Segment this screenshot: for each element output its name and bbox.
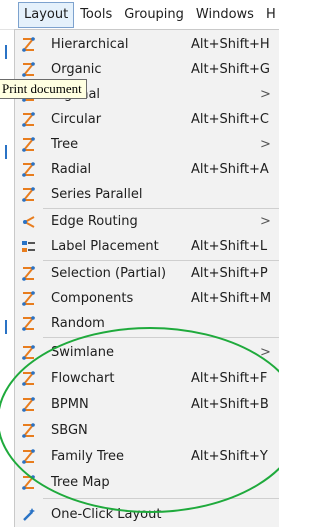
menu-bar: Layout Tools Grouping Windows H: [0, 0, 279, 30]
edge-routing-icon: [22, 216, 35, 228]
flowchart-layout-icon: [21, 371, 36, 386]
menu-item-shortcut: Alt+Shift+G: [191, 62, 271, 77]
random-layout-icon: [21, 316, 36, 331]
menu-item-label: Flowchart: [51, 371, 115, 386]
family-tree-layout-icon: [21, 449, 36, 464]
toolbar-marker: [5, 145, 7, 159]
menu-item-sbgn[interactable]: SBGN: [15, 418, 279, 443]
tree-layout-icon: [21, 137, 36, 152]
menu-item-edge-routing[interactable]: Edge Routing >: [15, 209, 279, 234]
radial-layout-icon: [21, 162, 36, 177]
menu-windows[interactable]: Windows: [190, 2, 260, 28]
submenu-arrow-icon: >: [260, 345, 271, 360]
sbgn-layout-icon: [21, 423, 36, 438]
organic-layout-icon: [21, 62, 36, 77]
menu-item-label: Series Parallel: [51, 187, 143, 202]
menu-separator: [43, 498, 279, 499]
tree-map-layout-icon: [21, 475, 36, 490]
menu-item-label: One-Click Layout: [51, 507, 162, 522]
menu-item-one-click-layout[interactable]: One-Click Layout: [15, 502, 279, 527]
layout-dropdown-menu: Hierarchical Alt+Shift+H Organic Alt+Shi…: [14, 29, 279, 527]
menu-item-series-parallel[interactable]: Series Parallel: [15, 182, 279, 207]
menu-item-swimlane[interactable]: Swimlane >: [15, 340, 279, 365]
series-parallel-layout-icon: [21, 187, 36, 202]
toolbar-marker: [5, 320, 7, 334]
menu-item-label: Swimlane: [51, 345, 114, 360]
menu-item-label: Tree Map: [51, 475, 110, 490]
tooltip: Print document: [0, 79, 87, 99]
toolbar-marker: [5, 45, 7, 59]
menu-help[interactable]: H: [260, 2, 279, 28]
menu-item-bpmn[interactable]: BPMN Alt+Shift+B: [15, 392, 279, 417]
menu-item-hierarchical[interactable]: Hierarchical Alt+Shift+H: [15, 32, 279, 57]
submenu-arrow-icon: >: [260, 214, 271, 229]
menu-item-label: Radial: [51, 162, 92, 177]
menu-item-label: Tree: [51, 137, 79, 152]
menu-item-label: Circular: [51, 112, 102, 127]
menu-item-shortcut: Alt+Shift+A: [191, 162, 269, 177]
menu-item-family-tree[interactable]: Family Tree Alt+Shift+Y: [15, 444, 279, 469]
components-layout-icon: [21, 291, 36, 306]
window-left-edge: [0, 30, 14, 527]
menu-item-label: Hierarchical: [51, 37, 129, 52]
label-placement-icon: [22, 241, 35, 252]
menu-item-shortcut: Alt+Shift+M: [191, 291, 272, 306]
menu-item-label-placement[interactable]: Label Placement Alt+Shift+L: [15, 234, 279, 259]
magic-wand-icon: [23, 508, 35, 521]
menu-item-label: SBGN: [51, 423, 88, 438]
menu-item-label: Selection (Partial): [51, 266, 167, 281]
menu-item-shortcut: Alt+Shift+C: [191, 112, 270, 127]
menu-item-label: Components: [51, 291, 134, 306]
menu-item-flowchart[interactable]: Flowchart Alt+Shift+F: [15, 366, 279, 391]
submenu-arrow-icon: >: [260, 87, 271, 102]
menu-item-circular[interactable]: Circular Alt+Shift+C: [15, 107, 279, 132]
selection-layout-icon: [21, 266, 36, 281]
menu-item-components[interactable]: Components Alt+Shift+M: [15, 286, 279, 311]
menu-item-label: Random: [51, 316, 105, 331]
menu-item-selection-partial[interactable]: Selection (Partial) Alt+Shift+P: [15, 261, 279, 286]
hierarchical-layout-icon: [21, 37, 36, 52]
circular-layout-icon: [21, 112, 36, 127]
menu-item-random[interactable]: Random: [15, 311, 279, 336]
submenu-arrow-icon: >: [260, 137, 271, 152]
menu-layout[interactable]: Layout: [18, 1, 75, 28]
swimlane-layout-icon: [21, 345, 36, 360]
menu-tools[interactable]: Tools: [74, 2, 118, 28]
menu-item-shortcut: Alt+Shift+H: [191, 37, 270, 52]
menu-item-shortcut: Alt+Shift+B: [191, 397, 269, 412]
menu-item-shortcut: Alt+Shift+L: [191, 239, 268, 254]
menu-item-radial[interactable]: Radial Alt+Shift+A: [15, 157, 279, 182]
menu-item-tree[interactable]: Tree >: [15, 132, 279, 157]
menu-item-shortcut: Alt+Shift+Y: [191, 449, 268, 464]
menu-item-label: Label Placement: [51, 239, 159, 254]
menu-item-shortcut: Alt+Shift+F: [191, 371, 268, 386]
bpmn-layout-icon: [21, 397, 36, 412]
menu-item-label: Edge Routing: [51, 214, 138, 229]
screenshot: Layout Tools Grouping Windows H Hierarch…: [0, 0, 279, 527]
menu-grouping[interactable]: Grouping: [118, 2, 190, 28]
menu-item-shortcut: Alt+Shift+P: [191, 266, 268, 281]
menu-separator: [43, 337, 279, 338]
menu-item-label: BPMN: [51, 397, 89, 412]
menu-item-label: Family Tree: [51, 449, 125, 464]
menu-item-tree-map[interactable]: Tree Map: [15, 470, 279, 495]
